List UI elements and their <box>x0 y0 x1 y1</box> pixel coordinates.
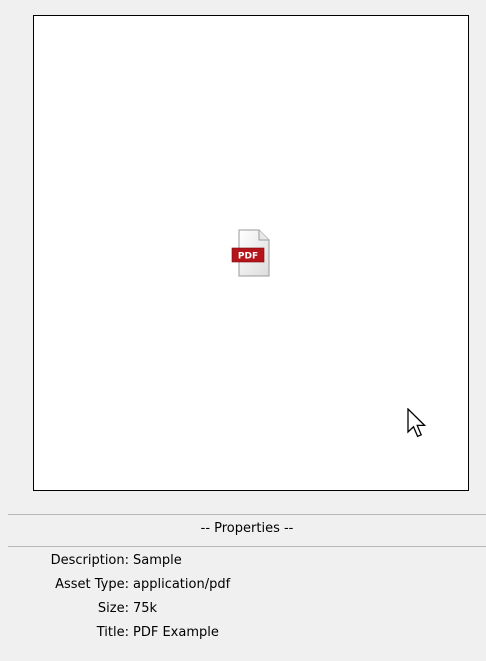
properties-top-divider <box>8 514 486 515</box>
properties-list: Description: Sample Asset Type: applicat… <box>0 549 486 645</box>
property-value: Sample <box>133 553 182 568</box>
pdf-file-icon[interactable]: PDF <box>231 228 273 278</box>
properties-bottom-divider <box>8 546 486 547</box>
property-label: Description: <box>50 553 129 568</box>
property-row-size: Size: 75k <box>0 597 486 621</box>
property-label: Asset Type: <box>55 577 129 592</box>
property-value: 75k <box>133 601 158 616</box>
property-label: Size: <box>97 601 129 616</box>
asset-preview-panel: PDF <box>33 15 469 491</box>
property-row-asset-type: Asset Type: application/pdf <box>0 573 486 597</box>
property-row-description: Description: Sample <box>0 549 486 573</box>
property-label: Title: <box>96 625 129 640</box>
property-row-title: Title: PDF Example <box>0 621 486 645</box>
properties-header: -- Properties -- <box>200 521 294 536</box>
property-value: PDF Example <box>133 625 219 640</box>
mouse-pointer-icon <box>407 408 427 438</box>
property-value: application/pdf <box>133 577 231 592</box>
pdf-badge-label: PDF <box>238 252 258 262</box>
